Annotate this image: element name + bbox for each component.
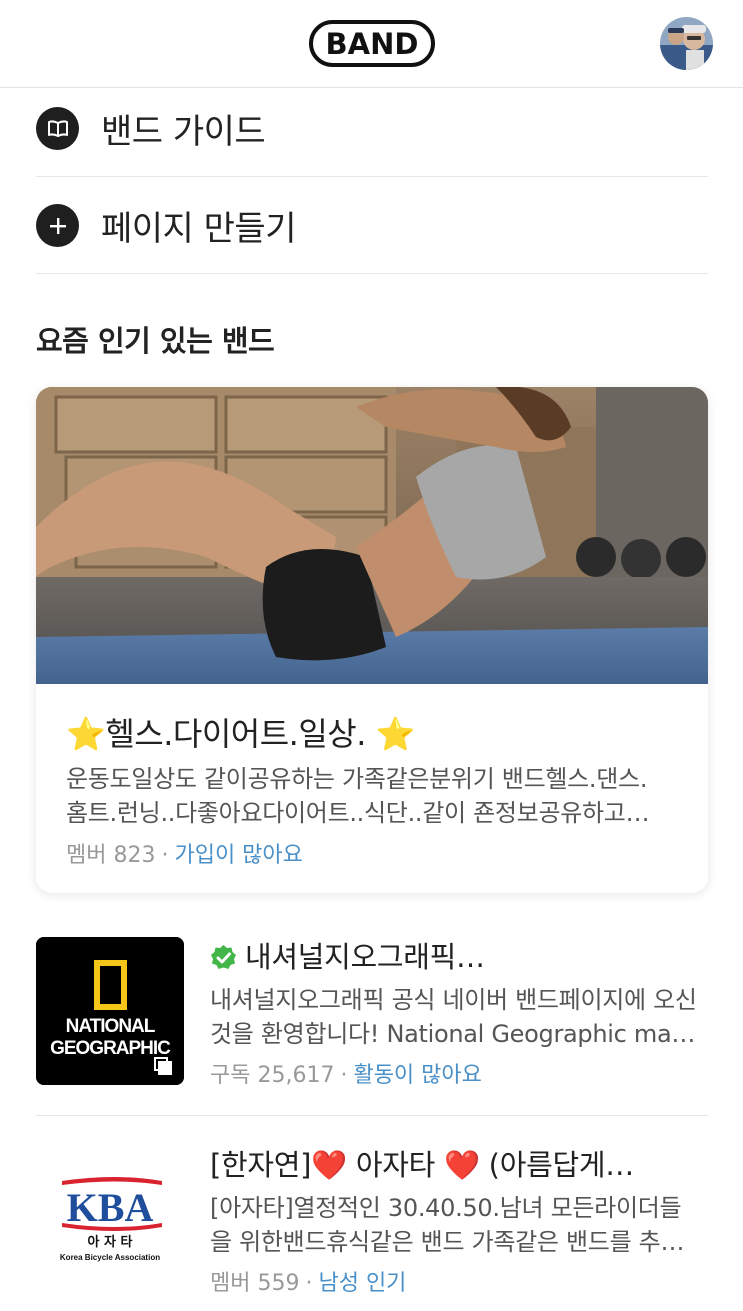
profile-avatar[interactable]: [660, 17, 713, 70]
featured-band-meta: 멤버 823 · 가입이 많아요: [66, 837, 303, 869]
menu-create-page[interactable]: 페이지 만들기: [36, 177, 708, 274]
natgeo-logo-text-1: NATIONAL: [66, 1016, 156, 1037]
featured-band-title: ⭐헬스.다이어트.일상. ⭐: [66, 715, 415, 753]
plus-icon: [36, 204, 79, 247]
band-title-text: 내셔널지오그래픽…: [245, 940, 485, 974]
description-line: [아자타]열정적인 30.40.50.남녀 모든라이더들: [210, 1194, 682, 1222]
menu-label: 밴드 가이드: [101, 112, 266, 152]
kba-thumbnail: KBA 아 자 타 Korea Bicycle Association: [36, 1145, 184, 1293]
separator-dot: ·: [340, 1063, 348, 1088]
subscriber-count: 구독 25,617: [210, 1063, 335, 1088]
band-title-text: [한자연]❤️ 아자타 ❤️ (아름답게…: [210, 1148, 634, 1182]
description-line: 홈트.런닝..다좋아요다이어트..식단..같이 죤정보공유하고…: [66, 799, 650, 827]
menu-band-guide[interactable]: 밴드 가이드: [36, 80, 708, 177]
natgeo-thumbnail: NATIONAL GEOGRAPHIC: [36, 937, 184, 1085]
featured-band-description: 운동도일상도 같이공유하는 가족같은분위기 밴드헬스.댄스. 홈트.런닝..다좋…: [66, 762, 686, 830]
band-tag: 남성 인기: [318, 1271, 407, 1296]
band-tag: 활동이 많아요: [353, 1063, 482, 1088]
section-title: 요즘 인기 있는 밴드: [36, 324, 275, 358]
band-title: 내셔널지오그래픽…: [210, 937, 708, 977]
member-count: 멤버 823: [66, 843, 156, 868]
divider: [36, 1115, 708, 1116]
description-line: 운동도일상도 같이공유하는 가족같은분위기 밴드헬스.댄스.: [66, 765, 648, 793]
band-meta: 구독 25,617 · 활동이 많아요: [210, 1057, 708, 1089]
band-tag: 가입이 많아요: [174, 843, 303, 868]
description-line: 것을 환영합니다! National Geographic ma…: [210, 1020, 696, 1048]
band-title: [한자연]❤️ 아자타 ❤️ (아름답게…: [210, 1145, 708, 1185]
band-description: 내셔널지오그래픽 공식 네이버 밴드페이지에 오신 것을 환영합니다! Nati…: [210, 983, 708, 1051]
kba-korean-text: 아 자 타: [88, 1234, 133, 1250]
divider: [36, 273, 708, 274]
description-line: 내셔널지오그래픽 공식 네이버 밴드페이지에 오신: [210, 986, 697, 1014]
kba-logo-text: KBA: [67, 1185, 154, 1230]
verified-badge-icon: [210, 944, 237, 971]
band-list-item[interactable]: KBA 아 자 타 Korea Bicycle Association [한자연…: [36, 1145, 708, 1297]
featured-band-card[interactable]: ⭐헬스.다이어트.일상. ⭐ 운동도일상도 같이공유하는 가족같은분위기 밴드헬…: [36, 387, 708, 893]
band-description: [아자타]열정적인 30.40.50.남녀 모든라이더들 을 위한밴드휴식같은 …: [210, 1191, 708, 1259]
member-count: 멤버 559: [210, 1271, 300, 1296]
menu-label: 페이지 만들기: [101, 209, 297, 249]
band-meta: 멤버 559 · 남성 인기: [210, 1265, 708, 1297]
separator-dot: ·: [305, 1271, 313, 1296]
kba-english-text: Korea Bicycle Association: [60, 1253, 160, 1262]
book-icon: [36, 107, 79, 150]
band-list-item[interactable]: NATIONAL GEOGRAPHIC 내셔널지오그래픽… 내셔널지오그래픽 공…: [36, 937, 708, 1089]
description-line: 을 위한밴드휴식같은 밴드 가족같은 밴드를 추…: [210, 1228, 685, 1256]
separator-dot: ·: [161, 843, 169, 868]
band-cover-image: [36, 387, 708, 684]
band-logo[interactable]: BAND: [309, 20, 435, 67]
natgeo-logo-text-2: GEOGRAPHIC: [50, 1038, 171, 1059]
top-header: BAND: [0, 0, 743, 88]
